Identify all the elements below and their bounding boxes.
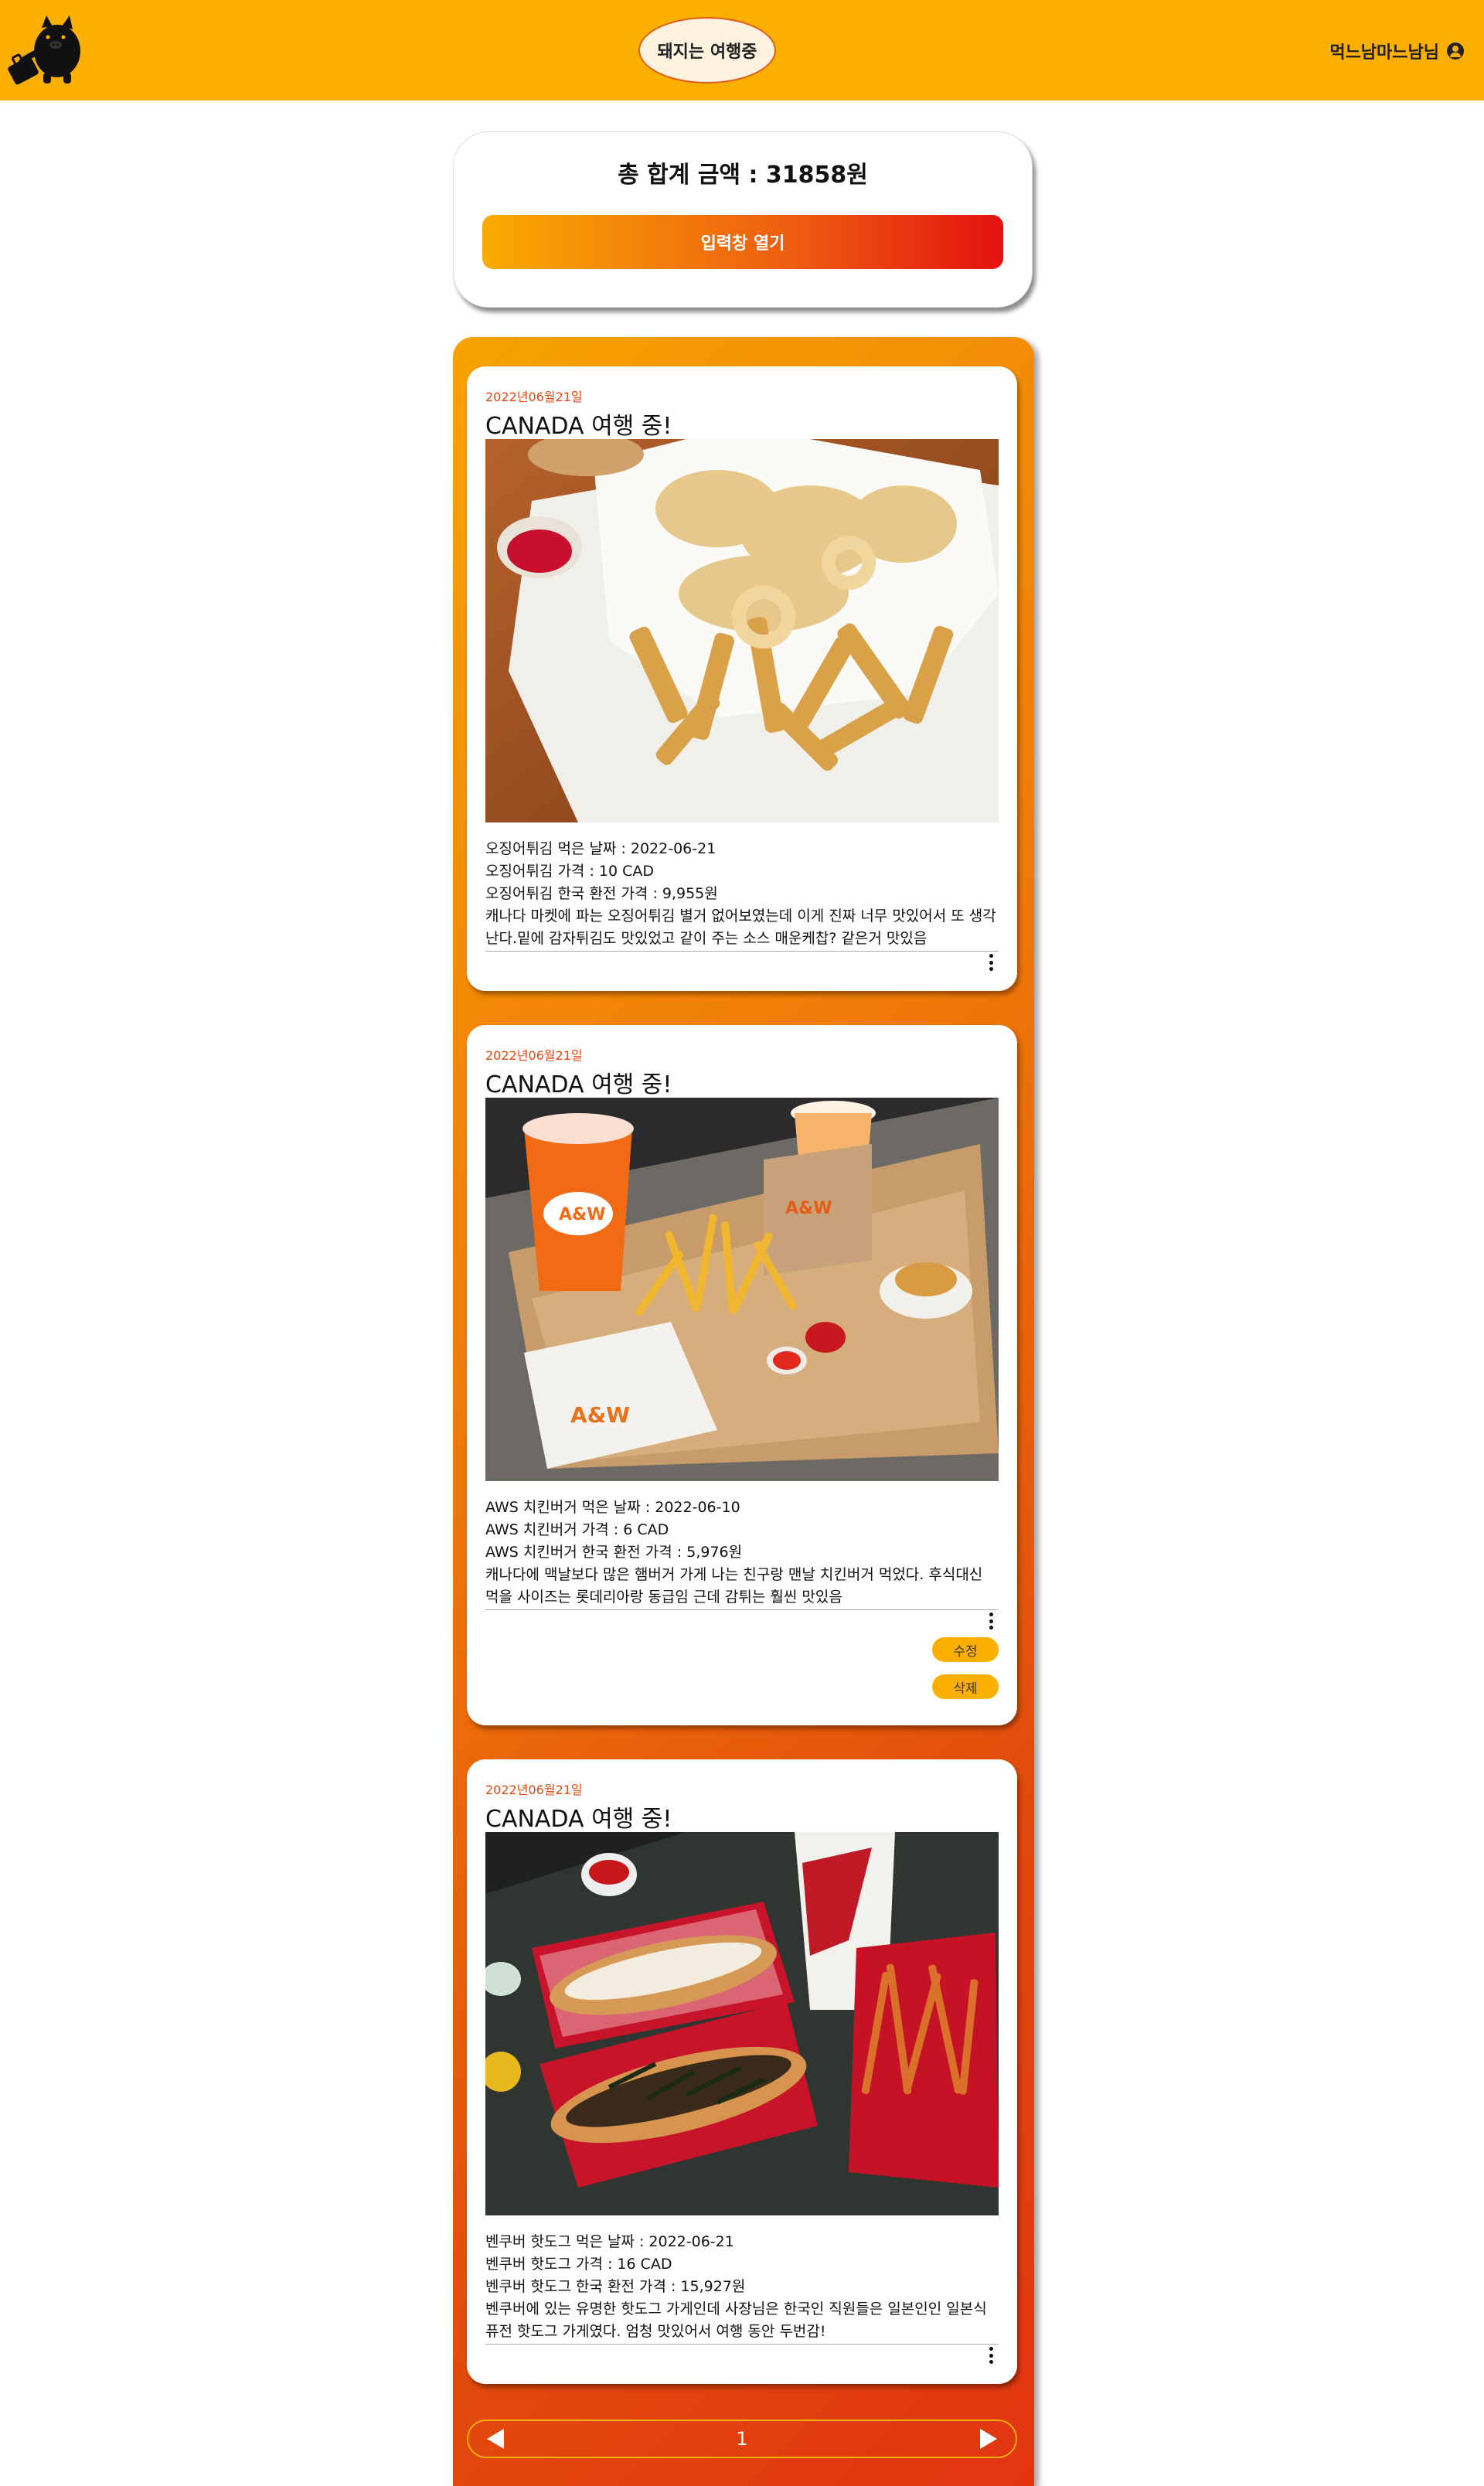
triangle-left-icon[interactable] <box>487 2429 504 2449</box>
post-date-line: 오징어튀김 먹은 날짜 : 2022-06-21 <box>485 840 716 857</box>
divider <box>485 1609 999 1610</box>
post-date: 2022년06월21일 <box>485 1783 583 1797</box>
post-title: CANADA 여행 중! <box>485 1806 672 1833</box>
post-price-line: 벤쿠버 핫도그 가격 : 16 CAD <box>485 2256 672 2273</box>
post-details: 벤쿠버 핫도그 먹은 날짜 : 2022-06-21 벤쿠버 핫도그 가격 : … <box>485 2231 999 2343</box>
svg-text:A&W: A&W <box>785 1199 832 1218</box>
post-review: 벤쿠버에 있는 유명한 핫도그 가게인데 사장님은 한국인 직원들은 일본인인 … <box>485 2300 987 2340</box>
post-price-line: AWS 치킨버거 가격 : 6 CAD <box>485 1521 669 1538</box>
post-title: CANADA 여행 중! <box>485 413 672 440</box>
top-header: 돼지는 여행중 먹느남마느남님 <box>0 0 1484 100</box>
delete-button[interactable]: 삭제 <box>932 1674 999 1699</box>
post-price-line: 오징어튀김 가격 : 10 CAD <box>485 863 654 880</box>
post-date-line: AWS 치킨버거 먹은 날짜 : 2022-06-10 <box>485 1499 740 1516</box>
post-date-line: 벤쿠버 핫도그 먹은 날짜 : 2022-06-21 <box>485 2233 734 2250</box>
post-feed: 2022년06월21일 CANADA 여행 중! 오징어튀김 먹은 날짜: 2… <box>453 337 1034 2486</box>
edit-button[interactable]: 수정 <box>932 1637 999 1662</box>
post-card: 2022년06월21일 CANADA 여행 중! <box>467 366 1017 991</box>
pagination: 1 <box>467 2420 1017 2458</box>
svg-text:A&W: A&W <box>559 1205 605 1224</box>
vancouver-hotdog-photo <box>485 1832 999 2215</box>
fried-squid-and-fries-photo <box>485 439 999 822</box>
post-krw-price-line: AWS 치킨버거 한국 환전 가격 : 5,976원 <box>485 1544 743 1561</box>
post-krw-price-line: 벤쿠버 핫도그 한국 환전 가격 : 15,927원 <box>485 2278 746 2295</box>
user-circle-icon[interactable] <box>1447 43 1464 60</box>
post-details: AWS 치킨버거 먹은 날짜 : 2022-06-10 AWS 치킨버거 가격 … <box>485 1497 999 1609</box>
brand-title[interactable]: 돼지는 여행중 <box>638 17 776 83</box>
triangle-right-icon[interactable] <box>980 2429 997 2449</box>
svg-text:A&W: A&W <box>570 1402 630 1428</box>
divider <box>485 2344 999 2345</box>
more-options-icon[interactable] <box>988 1612 994 1630</box>
post-title: CANADA 여행 중! <box>485 1071 672 1098</box>
user-name[interactable]: 먹느남마느남님 <box>1329 39 1439 63</box>
total-amount: 총 합계 금액 : 31858원 <box>618 162 868 189</box>
user-menu[interactable]: 먹느남마느남님 <box>1329 39 1464 63</box>
aw-burger-meal-photo: A&W A&W A&W <box>485 1098 999 1481</box>
pig-traveler-logo-icon[interactable] <box>3 6 90 93</box>
post-date: 2022년06월21일 <box>485 390 583 404</box>
post-krw-price-line: 오징어튀김 한국 환전 가격 : 9,955원 <box>485 885 718 902</box>
open-input-button[interactable]: 입력창 열기 <box>482 215 1003 269</box>
divider <box>485 951 999 952</box>
post-date: 2022년06월21일 <box>485 1048 583 1063</box>
post-card: 2022년06월21일 CANADA 여행 중! <box>467 1759 1017 2384</box>
post-review: 캐나다 마켓에 파는 오징어튀김 별거 없어보였는데 이게 진짜 너무 맛있어서… <box>485 908 996 947</box>
post-review: 캐나다에 맥날보다 많은 햄버거 가게 나는 친구랑 맨날 치킨버거 먹었다. … <box>485 1566 983 1606</box>
more-options-icon[interactable] <box>988 954 994 971</box>
post-card: 2022년06월21일 CANADA 여행 중! A&W A&W A&W AWS… <box>467 1025 1017 1725</box>
total-summary-panel: 총 합계 금액 : 31858원 입력창 열기 <box>453 131 1033 308</box>
post-details: 오징어튀김 먹은 날짜 : 2022-06-21 오징어튀김 가격 : 10 C… <box>485 838 999 950</box>
current-page-number[interactable]: 1 <box>736 2428 747 2450</box>
more-options-icon[interactable] <box>988 2347 994 2364</box>
